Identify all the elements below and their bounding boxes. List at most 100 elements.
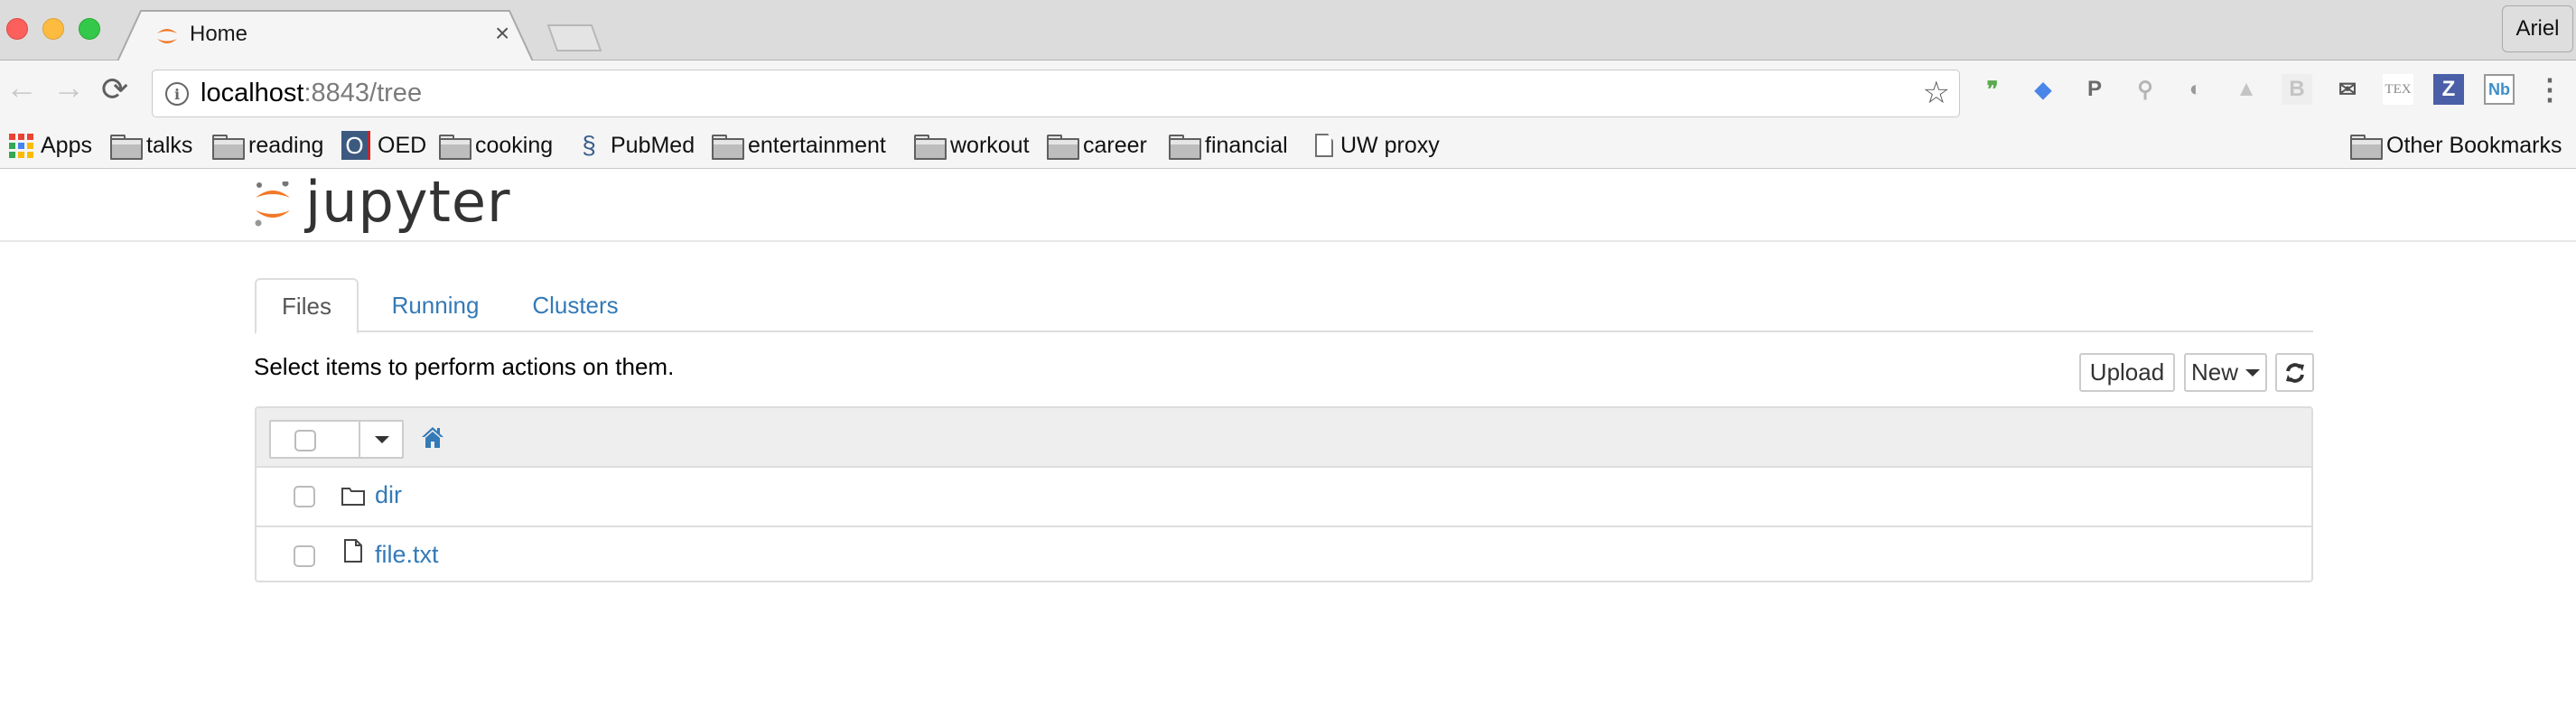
url-text[interactable]: localhost:8843/tree: [201, 79, 422, 108]
jupyter-logo-text: jupyter: [305, 169, 511, 235]
bookmark-label: PubMed: [611, 132, 695, 158]
file-list-item[interactable]: dir: [257, 468, 2311, 526]
back-button[interactable]: ←: [5, 70, 38, 106]
selection-hint: Select items to perform actions on them.: [254, 353, 675, 380]
folder-icon: [712, 135, 744, 160]
tab-close-icon[interactable]: ×: [495, 19, 509, 48]
folder-icon: [341, 488, 365, 506]
zotero-icon[interactable]: Z: [2433, 74, 2464, 105]
other-bookmarks-label: Other Bookmarks: [2386, 132, 2562, 158]
hangouts-icon[interactable]: ❞: [1977, 74, 2008, 105]
jupyter-header: jupyter: [0, 169, 2576, 242]
tab-outline: [117, 10, 533, 61]
folder-icon: [2350, 135, 2383, 160]
close-window-button[interactable]: [6, 18, 28, 40]
upload-button[interactable]: Upload: [2079, 353, 2175, 392]
page-icon: [1315, 134, 1333, 157]
reload-button[interactable]: ⟳: [101, 71, 128, 107]
apps-grid-icon: [8, 133, 33, 158]
forward-button[interactable]: →: [52, 70, 85, 106]
google-drive-icon[interactable]: ▲: [2231, 74, 2262, 105]
tab-running[interactable]: Running: [372, 278, 499, 332]
github-search-icon[interactable]: ⚲: [2130, 74, 2161, 105]
jupyter-tabs: Files Running Clusters: [255, 278, 2313, 334]
site-info-icon[interactable]: i: [165, 82, 189, 106]
chevron-down-icon: [2245, 368, 2260, 377]
new-button[interactable]: New: [2184, 353, 2267, 392]
select-dropdown-button[interactable]: [359, 422, 404, 457]
browser-tab-strip: Home × Ariel: [0, 0, 2576, 61]
bookmark-item[interactable]: Apps: [8, 131, 92, 160]
url-path: :8843/tree: [303, 79, 423, 107]
item-name-link[interactable]: file.txt: [375, 541, 439, 569]
file-list-item[interactable]: file.txt: [257, 526, 2311, 581]
bookmarks-bar: Apps talks reading O OED cooking § PubMed entert…: [0, 124, 2576, 169]
file-list: dir file.txt: [255, 406, 2313, 582]
item-name-link[interactable]: dir: [375, 481, 402, 509]
bookmark-item[interactable]: § PubMed: [574, 131, 695, 160]
file-list-header: [257, 408, 2311, 468]
folder-icon: [914, 135, 947, 160]
folder-icon: [1169, 135, 1201, 160]
bookmark-item[interactable]: career: [1047, 131, 1147, 160]
tab-files[interactable]: Files: [255, 278, 359, 334]
notebook-icon[interactable]: Nb: [2484, 74, 2515, 105]
inbox-check-icon[interactable]: ✉: [2332, 74, 2363, 105]
oed-icon: O: [341, 131, 370, 160]
address-bar[interactable]: i localhost:8843/tree ☆: [152, 70, 1960, 117]
tex-icon[interactable]: TEX: [2383, 74, 2413, 105]
select-all-checkbox[interactable]: [294, 430, 316, 451]
bookmark-item[interactable]: financial: [1169, 131, 1288, 160]
new-button-label: New: [2190, 358, 2238, 386]
home-icon[interactable]: [421, 425, 444, 449]
bookmark-label: financial: [1205, 132, 1288, 158]
item-checkbox[interactable]: [294, 545, 315, 567]
chevron-down-icon: [375, 435, 389, 443]
bookmark-star-icon[interactable]: ☆: [1923, 75, 1950, 111]
new-tab-button[interactable]: [546, 24, 602, 51]
tab-clusters[interactable]: Clusters: [517, 278, 634, 332]
bookmark-item[interactable]: talks: [110, 131, 192, 160]
jupyter-logo-icon: [255, 181, 290, 227]
file-icon: [344, 539, 362, 563]
browser-tab-home[interactable]: Home ×: [117, 10, 533, 61]
bookmark-label: OED: [378, 132, 427, 158]
folder-icon: [212, 135, 245, 160]
bookmark-item[interactable]: reading: [212, 131, 323, 160]
bookmark-label: workout: [950, 132, 1030, 158]
item-checkbox[interactable]: [294, 486, 315, 507]
bookmark-label: Apps: [41, 132, 92, 158]
bookmark-item[interactable]: workout: [914, 131, 1030, 160]
bookmark-label: career: [1083, 132, 1147, 158]
bookmark-item[interactable]: UW proxy: [1315, 131, 1440, 160]
refresh-button[interactable]: [2275, 353, 2314, 392]
bookmark-label: cooking: [475, 132, 554, 158]
chrome-menu-icon[interactable]: ⋮: [2534, 73, 2565, 106]
browser-toolbar: ← → ⟳ i localhost:8843/tree ☆ ❞ ◆ P ⚲ ◐ ▲ B ✉ TE…: [0, 60, 2576, 124]
folder-icon: [439, 135, 471, 160]
google-scholar-icon[interactable]: ◆: [2028, 74, 2058, 105]
bi-extension-icon[interactable]: B: [2282, 74, 2312, 105]
tab-title: Home: [190, 22, 248, 46]
folder-icon: [1047, 135, 1079, 160]
paypal-icon[interactable]: P: [2079, 74, 2110, 105]
bookmark-label: entertainment: [748, 132, 886, 158]
maximize-window-button[interactable]: [79, 18, 100, 40]
folder-icon: [110, 135, 143, 160]
bookmark-label: UW proxy: [1340, 132, 1440, 158]
profile-button[interactable]: Ariel: [2502, 5, 2573, 52]
other-bookmarks[interactable]: Other Bookmarks: [2350, 131, 2562, 160]
jupyter-logo[interactable]: jupyter: [253, 169, 510, 235]
bookmark-label: talks: [146, 132, 193, 158]
bookmark-item[interactable]: O OED: [341, 131, 426, 160]
bookmark-item[interactable]: entertainment: [712, 131, 886, 160]
bookmark-item[interactable]: cooking: [439, 131, 553, 160]
refresh-icon: [2285, 362, 2304, 383]
url-host: localhost: [201, 79, 304, 107]
minimize-window-button[interactable]: [42, 18, 64, 40]
bookmark-label: reading: [248, 132, 324, 158]
pubmed-icon: §: [582, 131, 596, 159]
select-all-group: [269, 420, 404, 459]
extension-shield-icon[interactable]: ◐: [2180, 74, 2211, 105]
jupyter-favicon-icon: [157, 29, 177, 43]
